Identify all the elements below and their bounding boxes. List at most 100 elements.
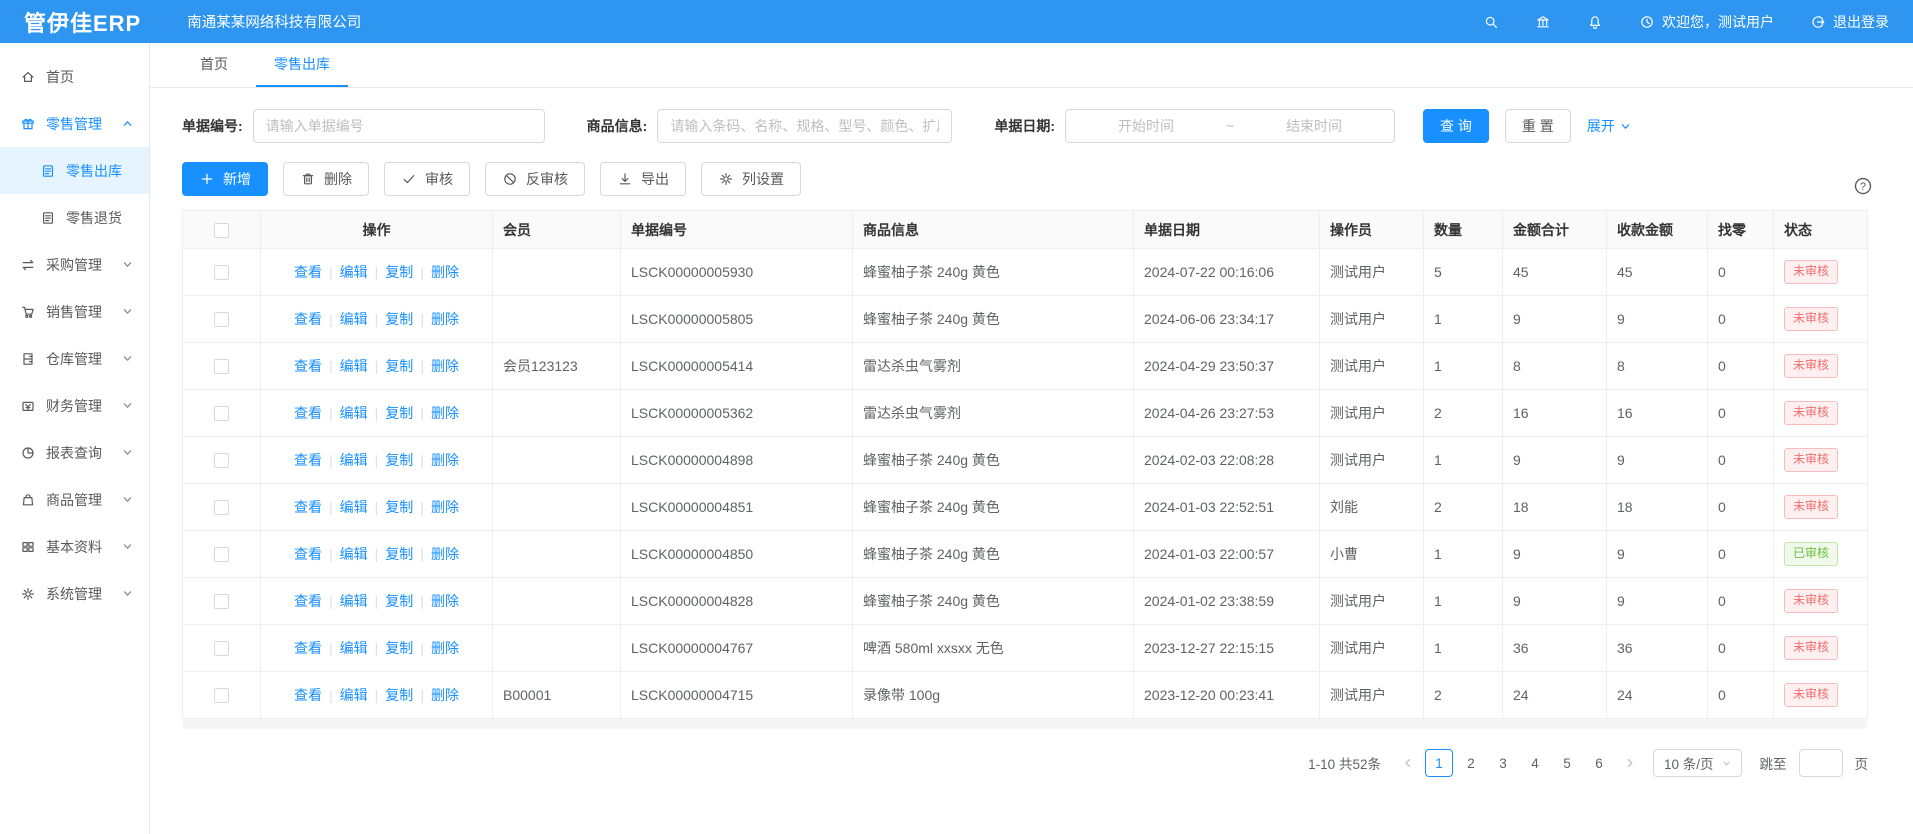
action-edit-link[interactable]: 编辑 [340,546,368,562]
action-edit-link[interactable]: 编辑 [340,640,368,656]
row-actions: 查看|编辑|复制|删除 [261,578,493,625]
row-checkbox[interactable] [214,547,229,562]
row-checkbox[interactable] [214,594,229,609]
reset-button[interactable]: 重 置 [1505,109,1571,143]
action-delete-link[interactable]: 删除 [431,593,459,609]
action-delete-link[interactable]: 删除 [431,640,459,656]
cell-bill_no: LSCK00000004851 [621,484,853,531]
action-edit-link[interactable]: 编辑 [340,405,368,421]
row-checkbox[interactable] [214,500,229,515]
action-edit-link[interactable]: 编辑 [340,593,368,609]
action-edit-link[interactable]: 编辑 [340,264,368,280]
action-delete-link[interactable]: 删除 [431,499,459,515]
action-copy-link[interactable]: 复制 [385,593,413,609]
page-button-3[interactable]: 3 [1489,749,1517,777]
bill-no-input[interactable] [253,109,545,143]
sidebar-item-system-manage[interactable]: 系统管理 [0,570,149,617]
sidebar-item-retail-return[interactable]: 零售退货 [0,194,149,241]
row-checkbox[interactable] [214,453,229,468]
date-end-input[interactable]: 结束时间 [1286,116,1342,136]
column-settings-button[interactable]: 列设置 [701,162,801,196]
welcome-user[interactable]: 欢迎您，测试用户 [1639,12,1774,32]
sidebar-item-report-query[interactable]: 报表查询 [0,429,149,476]
action-edit-link[interactable]: 编辑 [340,452,368,468]
row-checkbox[interactable] [214,641,229,656]
sidebar-item-retail-outbound[interactable]: 零售出库 [0,147,149,194]
horizontal-scrollbar[interactable] [182,719,1868,729]
unaudit-button[interactable]: 反审核 [485,162,585,196]
sidebar-item-home[interactable]: 首页 [0,53,149,100]
action-view-link[interactable]: 查看 [294,358,322,374]
action-edit-link[interactable]: 编辑 [340,687,368,703]
row-checkbox[interactable] [214,312,229,327]
action-delete-link[interactable]: 删除 [431,405,459,421]
action-copy-link[interactable]: 复制 [385,264,413,280]
action-delete-link[interactable]: 删除 [431,311,459,327]
cell-operator: 刘能 [1320,484,1424,531]
date-range-picker[interactable]: 开始时间 ~ 结束时间 [1065,109,1395,143]
add-button[interactable]: 新增 [182,162,268,196]
tab-retail-outbound[interactable]: 零售出库 [256,43,348,87]
product-info-input[interactable] [657,109,952,143]
action-delete-link[interactable]: 删除 [431,358,459,374]
sidebar-item-finance-manage[interactable]: 财务管理 [0,382,149,429]
action-view-link[interactable]: 查看 [294,264,322,280]
action-copy-link[interactable]: 复制 [385,499,413,515]
logout-button[interactable]: 退出登录 [1810,12,1889,32]
action-delete-link[interactable]: 删除 [431,546,459,562]
date-start-input[interactable]: 开始时间 [1118,116,1174,136]
page-button-1[interactable]: 1 [1425,749,1453,777]
action-view-link[interactable]: 查看 [294,593,322,609]
sidebar-item-warehouse-manage[interactable]: 仓库管理 [0,335,149,382]
sidebar-item-purchase-manage[interactable]: 采购管理 [0,241,149,288]
select-all-checkbox[interactable] [214,223,229,238]
prev-page-button[interactable] [1397,757,1419,769]
action-delete-link[interactable]: 删除 [431,452,459,468]
action-view-link[interactable]: 查看 [294,546,322,562]
organization-button[interactable] [1535,14,1551,30]
audit-button[interactable]: 审核 [384,162,470,196]
pagination-summary: 1-10 共52条 [1308,753,1381,773]
action-view-link[interactable]: 查看 [294,499,322,515]
notification-button[interactable] [1587,14,1603,30]
page-button-2[interactable]: 2 [1457,749,1485,777]
page-button-6[interactable]: 6 [1585,749,1613,777]
search-button[interactable]: 查 询 [1423,109,1489,143]
action-view-link[interactable]: 查看 [294,452,322,468]
page-size-select[interactable]: 10 条/页 [1653,749,1742,777]
page-button-4[interactable]: 4 [1521,749,1549,777]
row-checkbox[interactable] [214,688,229,703]
search-button[interactable] [1483,14,1499,30]
next-page-button[interactable] [1619,757,1641,769]
action-copy-link[interactable]: 复制 [385,311,413,327]
page-button-5[interactable]: 5 [1553,749,1581,777]
action-view-link[interactable]: 查看 [294,311,322,327]
delete-button[interactable]: 删除 [283,162,369,196]
action-copy-link[interactable]: 复制 [385,452,413,468]
sidebar-item-sales-manage[interactable]: 销售管理 [0,288,149,335]
row-checkbox[interactable] [214,359,229,374]
row-checkbox[interactable] [214,265,229,280]
export-button[interactable]: 导出 [600,162,686,196]
sidebar-item-retail-manage[interactable]: 零售管理 [0,100,149,147]
action-edit-link[interactable]: 编辑 [340,499,368,515]
action-delete-link[interactable]: 删除 [431,687,459,703]
action-edit-link[interactable]: 编辑 [340,311,368,327]
action-view-link[interactable]: 查看 [294,405,322,421]
action-view-link[interactable]: 查看 [294,687,322,703]
action-copy-link[interactable]: 复制 [385,405,413,421]
jump-to-input[interactable] [1799,749,1843,777]
action-copy-link[interactable]: 复制 [385,687,413,703]
action-copy-link[interactable]: 复制 [385,358,413,374]
action-copy-link[interactable]: 复制 [385,546,413,562]
help-icon[interactable]: ? [1853,176,1873,196]
sidebar-item-basic-data[interactable]: 基本资料 [0,523,149,570]
tab-home[interactable]: 首页 [182,43,246,87]
action-edit-link[interactable]: 编辑 [340,358,368,374]
action-view-link[interactable]: 查看 [294,640,322,656]
row-checkbox[interactable] [214,406,229,421]
sidebar-item-product-manage[interactable]: 商品管理 [0,476,149,523]
action-copy-link[interactable]: 复制 [385,640,413,656]
action-delete-link[interactable]: 删除 [431,264,459,280]
expand-toggle[interactable]: 展开 [1587,116,1631,136]
